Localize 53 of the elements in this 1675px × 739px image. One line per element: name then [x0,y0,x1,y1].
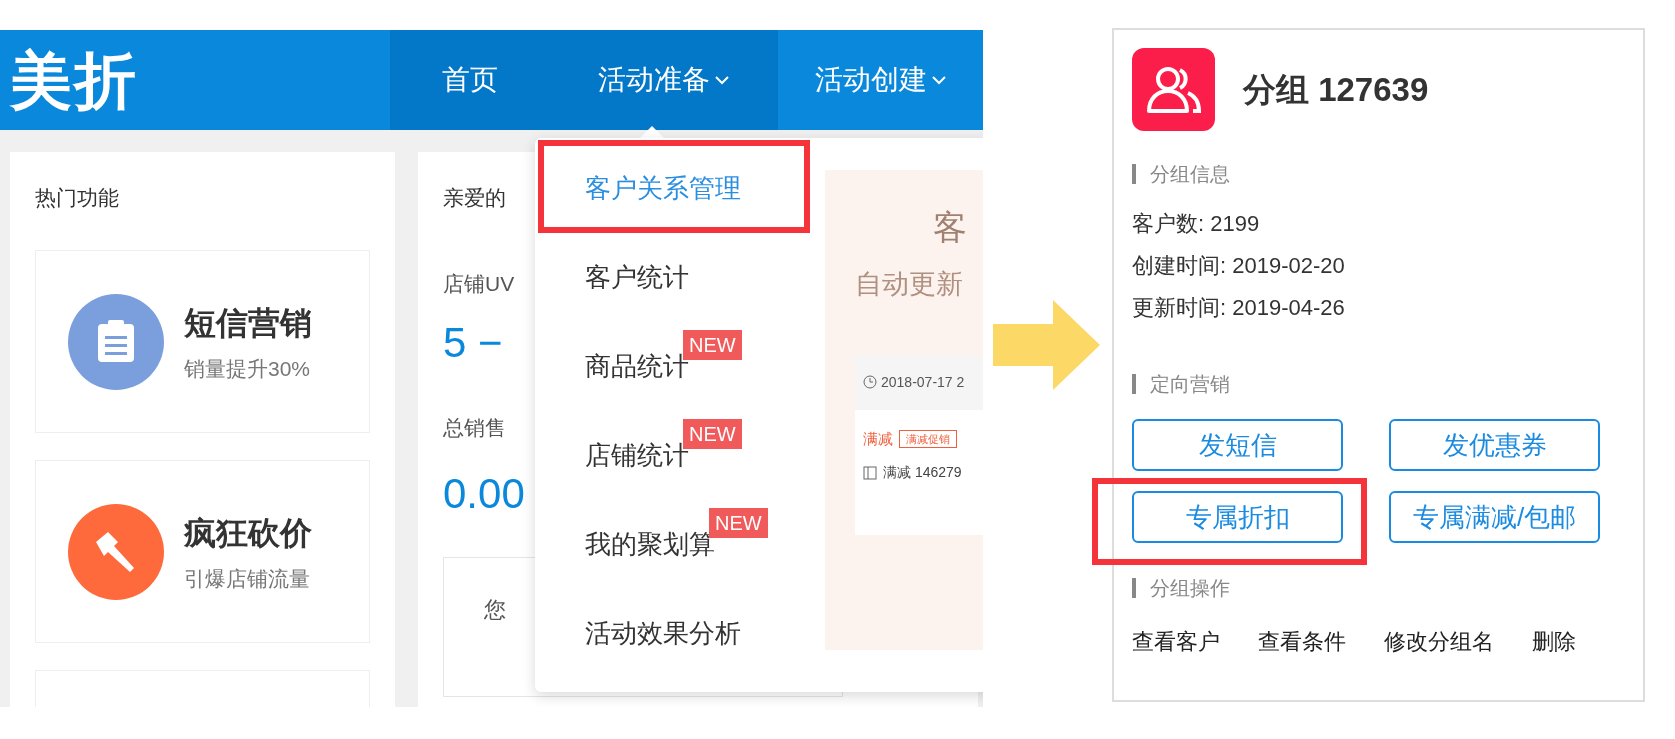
stat-label: 店铺UV [443,271,515,297]
section-marker [1132,164,1136,184]
info-line: 创建时间: 2019-02-20 [1132,252,1346,280]
caret-icon [930,75,947,85]
panel-title: 热门功能 [35,185,120,211]
action-link[interactable]: 查看条件 [1258,625,1346,658]
group-title: 分组 127639 [1243,69,1429,110]
feature-title: 疯狂砍价 [184,513,312,553]
section-heading: 分组操作 [1150,576,1230,601]
nav-tab[interactable]: 活动准备 [550,30,778,130]
info-line: 客户数: 2199 [1132,210,1261,238]
promo-subheading: 自动更新 [855,268,964,301]
promo-date: 2018-07-17 2 [881,372,965,392]
feature-card[interactable]: 疯狂砍价 引爆店铺流量 [35,460,370,643]
right-arrow-icon [993,300,1100,390]
feature-subtitle: 引爆店铺流量 [184,565,311,592]
promo-type: 满减 [863,428,893,449]
feature-title: 短信营销 [184,303,312,343]
new-badge: NEW [683,419,742,449]
promo-tag: 满减促销 [899,429,957,448]
clipboard-icon [96,319,136,364]
promo-name: 满减 146279 [883,463,962,482]
new-badge: NEW [709,508,768,538]
feature-card[interactable]: 短信营销 销量提升30% [35,250,370,433]
section-heading: 定向营销 [1150,372,1230,397]
logo: 美折 [8,44,139,117]
users-icon [1145,64,1202,115]
action-button[interactable]: 发短信 [1132,419,1343,471]
action-link[interactable]: 删除 [1532,625,1576,658]
nav-tab[interactable]: 活动创建 [778,30,983,130]
new-badge: NEW [683,330,742,360]
stat-value: 0.00 [443,473,525,515]
action-link[interactable]: 修改分组名 [1384,625,1494,658]
promo-heading: 客 [933,210,967,244]
info-line: 更新时间: 2019-04-26 [1132,294,1346,322]
clock-icon [863,375,877,389]
section-marker [1132,578,1136,598]
stat-value: 5 − [443,321,503,364]
action-link[interactable]: 查看客户 [1132,625,1220,658]
menu-item[interactable]: 客户统计 [585,258,689,297]
action-button[interactable]: 专属折扣 [1132,491,1343,543]
feature-subtitle: 销量提升30% [184,355,312,382]
caret-icon [714,75,730,85]
stat-label: 总销售 [443,414,506,441]
notice-text: 您 [484,597,506,622]
nav-tab[interactable]: 首页 [390,30,550,130]
book-icon [863,465,877,480]
action-button[interactable]: 发优惠券 [1389,419,1600,471]
menu-item[interactable]: 活动效果分析 [585,614,741,653]
action-button[interactable]: 专属满减/包邮 [1389,491,1600,543]
section-marker [1132,374,1136,394]
greeting-text: 亲爱的 [443,185,506,211]
section-heading: 分组信息 [1150,162,1230,187]
